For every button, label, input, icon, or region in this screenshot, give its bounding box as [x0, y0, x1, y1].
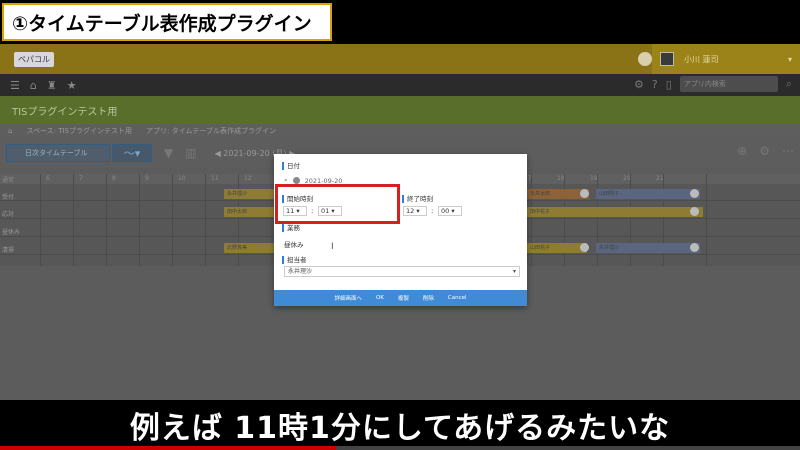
breadcrumb-space[interactable]: スペース: TISプラグインテスト用	[26, 126, 132, 136]
event-block[interactable]: 山田花子	[527, 243, 587, 253]
chart-icon[interactable]: ▥	[185, 146, 196, 160]
end-hour-select[interactable]: 12 ▾	[403, 206, 427, 216]
app-screen: ペパコル 小川 蓮司 ▾ ☰ ⌂ ♜ ★ ⚙ ? ▯ アプリ内検索 ⌕ TISプ…	[0, 44, 800, 400]
edit-dialog: 日付 ⌕ 2021-09-20 開始時刻 11 ▾ : 01 ▾ 終了時刻 12…	[274, 154, 527, 306]
hour-label: 7	[79, 175, 83, 182]
add-icon[interactable]: ⊕	[737, 144, 747, 158]
chevron-down-icon: ▾	[512, 268, 516, 275]
edit-icon[interactable]	[690, 243, 699, 252]
star-icon[interactable]: ★	[67, 79, 77, 92]
hour-label: 通常	[2, 177, 15, 184]
event-block[interactable]: 永井理沙	[224, 189, 276, 199]
hour-label: 6	[46, 175, 50, 182]
gear-icon[interactable]: ⚙	[759, 144, 770, 158]
search-icon[interactable]: ⌕	[786, 77, 792, 91]
copy-button[interactable]: 複製	[398, 294, 409, 302]
event-block[interactable]: 田中花子	[527, 207, 703, 217]
hour-label: 11	[211, 175, 219, 182]
more-icon[interactable]: ⋯	[782, 144, 794, 158]
graph-button[interactable]: 〜▾	[112, 144, 152, 162]
edit-icon[interactable]	[580, 243, 589, 252]
filter-icon[interactable]: ▼	[164, 146, 173, 160]
video-progress-fill	[0, 446, 336, 450]
people-icon[interactable]: ♜	[47, 79, 57, 92]
edit-icon[interactable]	[690, 207, 699, 216]
person-select[interactable]: 永井理沙 ▾	[284, 266, 520, 277]
event-block[interactable]: 田中太郎	[224, 207, 276, 217]
top-header: ペパコル 小川 蓮司 ▾	[0, 44, 800, 74]
hour-label: 10	[178, 175, 186, 182]
text-cursor-icon: I	[331, 242, 334, 252]
subtitle-area: 例えば 11時1分にしてあげるみたいな	[0, 400, 800, 450]
detail-button[interactable]: 詳細画面へ	[334, 294, 362, 302]
menu-icon[interactable]: ☰	[10, 79, 20, 92]
home-icon[interactable]: ⌂	[30, 79, 37, 92]
breadcrumb: ⌂ スペース: TISプラグインテスト用 アプリ: タイムテーブル表作成プラグイ…	[0, 124, 800, 138]
help-icon[interactable]: ?	[652, 78, 658, 91]
title-banner: ①タイムテーブル表作成プラグイン	[0, 0, 800, 44]
video-progress-bar[interactable]	[0, 446, 800, 450]
task-label: 業務	[282, 224, 300, 232]
event-block[interactable]: 北野真美	[224, 243, 276, 253]
delete-button[interactable]: 削除	[423, 294, 434, 302]
clear-icon[interactable]	[292, 177, 300, 184]
breadcrumb-app[interactable]: アプリ: タイムテーブル表作成プラグイン	[146, 126, 276, 136]
hour-label: 12	[244, 175, 252, 182]
event-block[interactable]: 永井理沙	[596, 243, 700, 253]
avatar	[660, 52, 674, 66]
task-value[interactable]: 昼休み	[284, 239, 304, 249]
edit-icon[interactable]	[690, 189, 699, 198]
row-label: 受付	[2, 194, 15, 201]
date-label: 日付	[282, 162, 300, 170]
gear-icon[interactable]: ⚙	[634, 78, 644, 91]
end-time-label: 終了時刻	[402, 195, 433, 203]
dialog-footer: 詳細画面へ OK 複製 削除 Cancel	[274, 290, 527, 306]
home-icon[interactable]: ⌂	[8, 127, 12, 135]
end-minute-select[interactable]: 00 ▾	[438, 206, 462, 216]
row-label: 応対	[2, 211, 15, 218]
event-block[interactable]: 山田翔子	[596, 189, 700, 199]
app-search-input[interactable]: アプリ内検索	[679, 76, 778, 92]
notification-icon[interactable]	[638, 52, 652, 66]
app-logo[interactable]: ペパコル	[14, 51, 54, 67]
user-name: 小川 蓮司	[684, 54, 719, 64]
highlight-box	[275, 184, 400, 224]
row-label: 昼休み	[2, 229, 21, 236]
hour-label: 9	[145, 175, 149, 182]
person-label: 担当者	[282, 256, 307, 264]
app-title: TISプラグインテスト用	[12, 106, 118, 118]
chevron-down-icon: ▾	[787, 54, 792, 64]
subtitle-text: 例えば 11時1分にしてあげるみたいな	[129, 411, 671, 446]
edit-icon[interactable]	[580, 189, 589, 198]
mobile-icon[interactable]: ▯	[666, 78, 672, 91]
global-nav: ☰ ⌂ ♜ ★ ⚙ ? ▯ アプリ内検索 ⌕	[0, 74, 800, 96]
user-menu[interactable]: 小川 蓮司 ▾	[652, 44, 800, 74]
app-title-bar: TISプラグインテスト用	[0, 96, 800, 124]
ok-button[interactable]: OK	[376, 295, 384, 301]
view-select[interactable]: 日次タイムテーブル	[6, 144, 110, 162]
hour-label: 8	[112, 175, 116, 182]
row-label: 清掃	[2, 247, 15, 254]
cancel-button[interactable]: Cancel	[448, 295, 467, 301]
banner-title: ①タイムテーブル表作成プラグイン	[2, 3, 332, 41]
